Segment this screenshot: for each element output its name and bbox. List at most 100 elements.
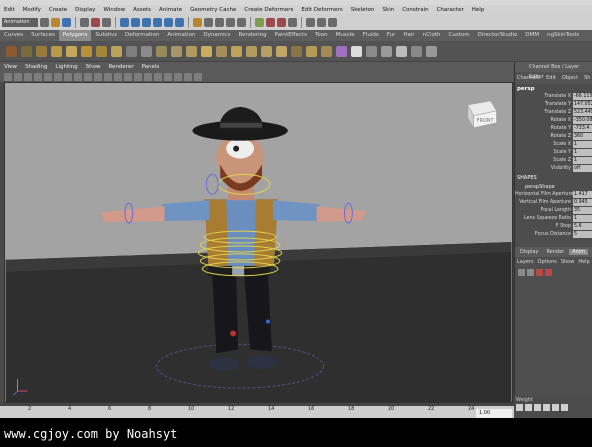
planar-map-icon[interactable]: [396, 45, 407, 57]
smooth-icon[interactable]: [171, 45, 182, 57]
layer-tab-display[interactable]: Display: [517, 249, 541, 255]
attribute-value-field[interactable]: 5.6: [573, 222, 592, 230]
sidebar-toggle-icon[interactable]: [328, 17, 337, 27]
menu-item-window[interactable]: Window: [99, 7, 129, 13]
gate-mask-icon[interactable]: [74, 72, 82, 81]
current-frame-field[interactable]: 1.00: [476, 409, 512, 418]
layer-tab-render[interactable]: Render: [543, 249, 567, 255]
menu-item-help[interactable]: Help: [468, 7, 489, 13]
bookmark-icon[interactable]: [24, 72, 32, 81]
shelf-tab-polygons[interactable]: Polygons: [58, 30, 92, 41]
wireframe-on-shaded-icon[interactable]: [134, 72, 142, 81]
safe-action-icon[interactable]: [94, 72, 102, 81]
go-to-start-icon[interactable]: [516, 403, 523, 411]
menu-item-skin[interactable]: Skin: [379, 7, 399, 13]
channel-box-menu-sh[interactable]: Sh: [584, 75, 590, 81]
shelf-tab-ncloth[interactable]: nCloth: [419, 30, 445, 41]
menu-item-edit[interactable]: Edit: [0, 7, 19, 13]
combine-icon[interactable]: [126, 45, 137, 57]
poly-sphere-icon[interactable]: [6, 45, 17, 57]
viewcube[interactable]: FRONT: [467, 100, 497, 129]
separate-icon[interactable]: [141, 45, 152, 57]
menu-item-create-deformers[interactable]: Create Deformers: [240, 7, 297, 13]
attribute-value-field[interactable]: 360: [573, 132, 592, 140]
new-layer-icon[interactable]: [518, 268, 525, 276]
poly-torus-icon[interactable]: [81, 45, 92, 57]
field-chart-icon[interactable]: [84, 72, 92, 81]
ipr-render-icon[interactable]: [277, 17, 286, 27]
textured-icon[interactable]: [144, 72, 152, 81]
shelf-tab-deformation[interactable]: Deformation: [121, 30, 163, 41]
attribute-value-field[interactable]: 1: [573, 156, 592, 164]
menu-item-animate[interactable]: Animate: [155, 7, 186, 13]
shelf-tab-animation[interactable]: Animation: [163, 30, 199, 41]
quadrangulate-icon[interactable]: [366, 45, 377, 57]
resolution-gate-icon[interactable]: [64, 72, 72, 81]
mirror-icon[interactable]: [201, 45, 212, 57]
select-hierarchy-icon[interactable]: [80, 17, 89, 27]
layer-menu-help[interactable]: Help: [578, 259, 589, 265]
shelf-tab-dmm[interactable]: DMM: [521, 30, 543, 41]
history-icon[interactable]: [255, 17, 264, 27]
pick-mask-icon[interactable]: [175, 17, 184, 27]
shelf-tab-ngskintools[interactable]: ngSkinTools: [543, 30, 583, 41]
menu-item-modify[interactable]: Modify: [19, 7, 45, 13]
attribute-value-field[interactable]: -66.115: [573, 92, 592, 100]
split-polygon-icon[interactable]: [276, 45, 287, 57]
delete-layer-icon[interactable]: [536, 268, 543, 276]
merge-icon[interactable]: [306, 45, 317, 57]
poly-prism-icon[interactable]: [96, 45, 107, 57]
film-gate-icon[interactable]: [54, 72, 62, 81]
menu-item-skeleton[interactable]: Skeleton: [347, 7, 379, 13]
attribute-value-field[interactable]: -350.082: [573, 116, 592, 124]
panel-menu-show[interactable]: Show: [82, 64, 105, 70]
layer-menu-layers[interactable]: Layers: [517, 259, 534, 265]
poly-cone-icon[interactable]: [51, 45, 62, 57]
panel-menu-panels[interactable]: Panels: [138, 64, 164, 70]
time-slider[interactable]: 2 4 6 8 10 12 14 16 18 20 22 24: [0, 406, 514, 418]
shelf-tab-rendering[interactable]: Rendering: [235, 30, 271, 41]
attribute-value-field[interactable]: -733.4: [573, 124, 592, 132]
go-to-end-icon[interactable]: [561, 403, 568, 411]
menu-set-selector[interactable]: Animation: [2, 17, 38, 27]
shelf-tab-surfaces[interactable]: Surfaces: [27, 30, 59, 41]
menu-item-display[interactable]: Display: [71, 7, 99, 13]
triangulate-icon[interactable]: [351, 45, 362, 57]
extrude-icon[interactable]: [231, 45, 242, 57]
play-back-icon[interactable]: [534, 403, 541, 411]
attribute-value-field[interactable]: 5: [573, 230, 592, 238]
layer-menu-options[interactable]: Options: [538, 259, 557, 265]
safe-title-icon[interactable]: [104, 72, 112, 81]
pick-mask-icon[interactable]: [131, 17, 140, 27]
menu-item-create[interactable]: Create: [45, 7, 71, 13]
pick-mask-icon[interactable]: [153, 17, 162, 27]
boolean-icon[interactable]: [186, 45, 197, 57]
render-icon[interactable]: [266, 17, 275, 27]
attribute-value-field[interactable]: 523.445: [573, 108, 592, 116]
render-settings-icon[interactable]: [288, 17, 297, 27]
save-scene-icon[interactable]: [62, 17, 71, 27]
poly-cylinder-icon[interactable]: [36, 45, 47, 57]
shelf-tab-curves[interactable]: Curves: [0, 30, 27, 41]
new-scene-icon[interactable]: [40, 17, 49, 27]
attribute-value-field[interactable]: 0.945: [573, 198, 592, 206]
shelf-tab-muscle[interactable]: Muscle: [332, 30, 359, 41]
shelf-tab-painteffects[interactable]: PaintEffects: [271, 30, 311, 41]
step-back-icon[interactable]: [525, 403, 532, 411]
menu-item-character[interactable]: Character: [433, 7, 468, 13]
snap-plane-icon[interactable]: [237, 17, 246, 27]
xray-joints-icon[interactable]: [194, 72, 202, 81]
xray-icon[interactable]: [184, 72, 192, 81]
layer-tab-anim[interactable]: Anim: [569, 249, 589, 255]
grid-icon[interactable]: [44, 72, 52, 81]
panel-menu-renderer[interactable]: Renderer: [104, 64, 137, 70]
menu-item-edit-deformers[interactable]: Edit Deformers: [297, 7, 346, 13]
shelf-tab-toon[interactable]: Toon: [311, 30, 332, 41]
shelf-tab-dynamics[interactable]: Dynamics: [199, 30, 234, 41]
attribute-value-field[interactable]: off: [573, 164, 592, 172]
bevel-icon[interactable]: [216, 45, 227, 57]
image-plane-icon[interactable]: [34, 72, 42, 81]
wireframe-icon[interactable]: [114, 72, 122, 81]
new-layer-selected-icon[interactable]: [527, 268, 534, 276]
shelf-tab-directorstudio[interactable]: DirectorStudio: [474, 30, 522, 41]
